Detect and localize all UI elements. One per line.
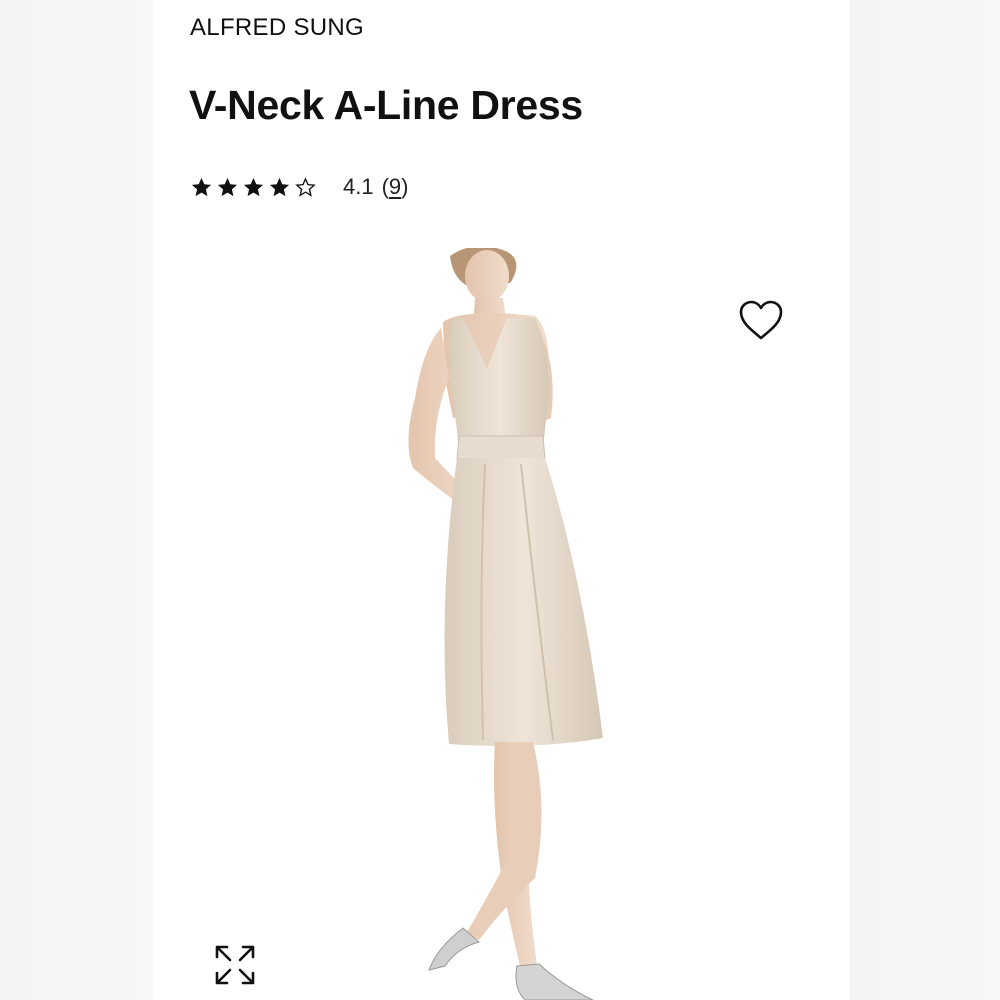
rating-stars [190, 176, 317, 199]
star-filled-icon [217, 177, 238, 196]
review-count-link[interactable]: (9) [382, 174, 409, 200]
rating-row[interactable]: 4.1 (9) [190, 171, 409, 203]
star-filled-icon [243, 177, 264, 196]
star-filled-icon [269, 177, 290, 196]
heart-outline-icon [739, 300, 783, 340]
review-count-close: ) [401, 174, 409, 199]
right-backdrop [850, 0, 1000, 1000]
review-count[interactable]: 9 [389, 174, 401, 199]
product-title: V-Neck A-Line Dress [189, 82, 583, 128]
left-backdrop [0, 0, 153, 1000]
product-image[interactable] [353, 248, 813, 1000]
rating-value: 4.1 [343, 174, 374, 199]
brand-name[interactable]: ALFRED SUNG [190, 14, 364, 42]
review-count-open: ( [381, 174, 389, 199]
star-empty-icon [295, 176, 316, 197]
expand-image-button[interactable] [213, 943, 257, 987]
wishlist-button[interactable] [736, 297, 786, 343]
star-filled-icon [191, 177, 212, 196]
product-card: ALFRED SUNG V-Neck A-Line Dress 4.1 (9) [153, 0, 850, 1000]
expand-arrows-icon [215, 945, 255, 985]
